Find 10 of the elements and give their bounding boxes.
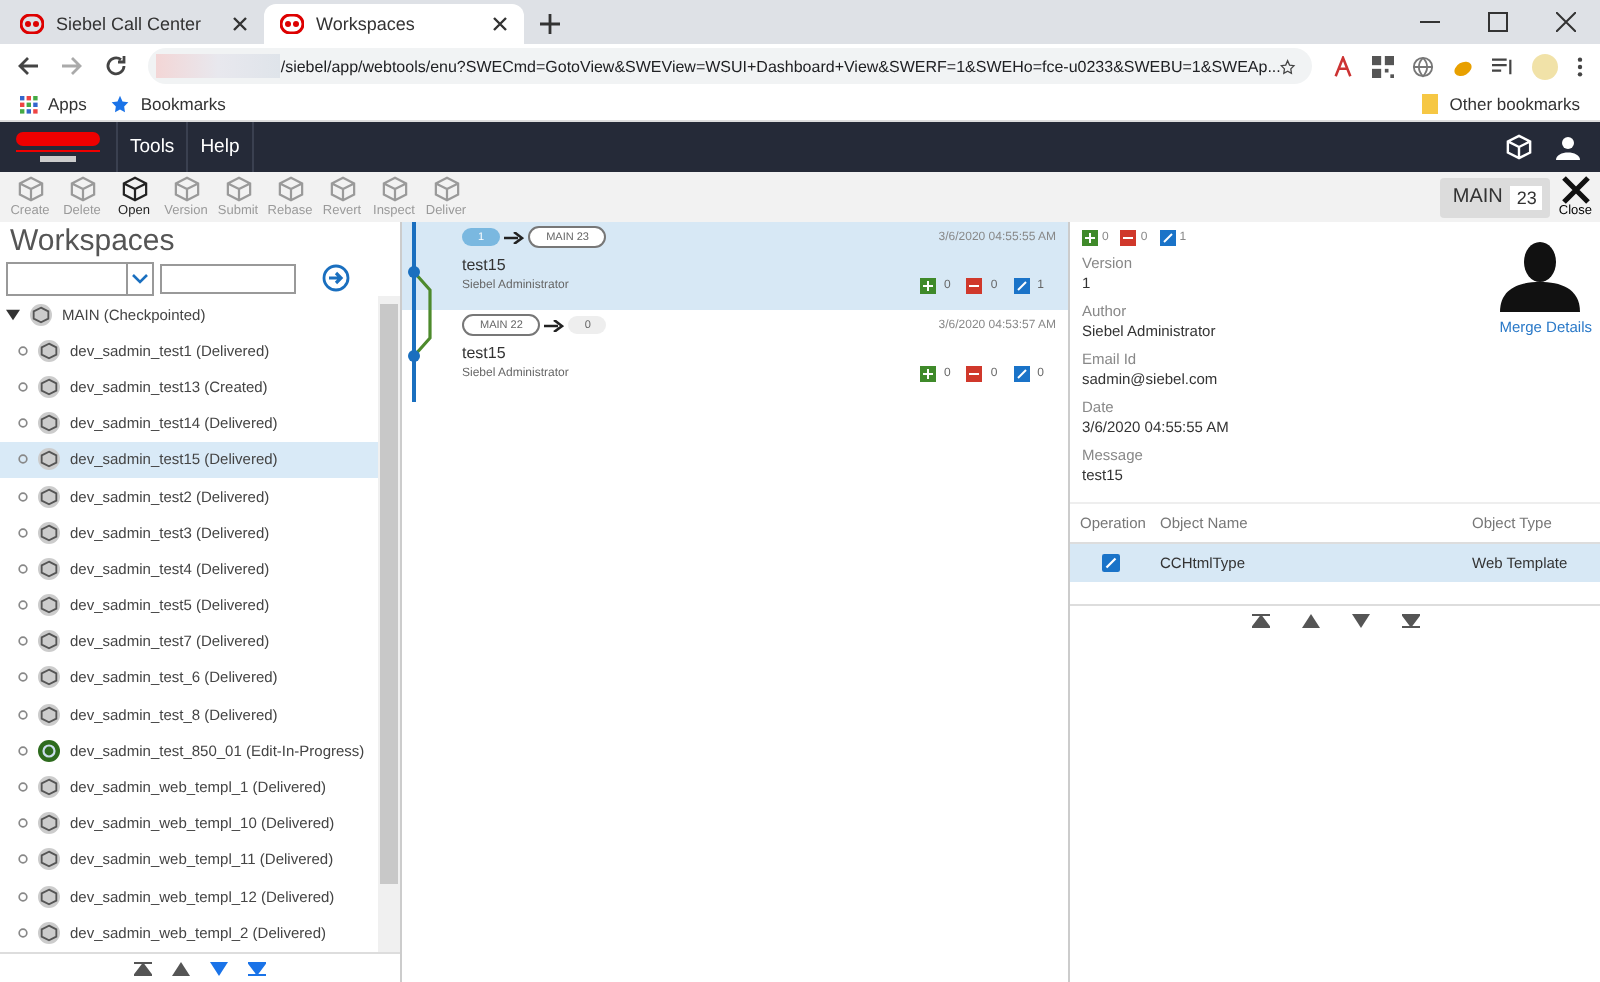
address-field[interactable]: /siebel/app/webtools/enu?SWECmd=GotoView&SWEView=WSUI+Dashboard+View&SWERF=1&SWEHo=fce-u0233&SWEBU=1&SWEAp... <box>148 48 1312 84</box>
version-message: test15 <box>462 344 508 362</box>
bookmark-link[interactable]: Bookmarks <box>110 94 226 114</box>
bookmark-folder[interactable]: Other bookmarks <box>1419 94 1580 114</box>
browser-tab[interactable]: Siebel Call Center <box>4 4 264 44</box>
version-message: test15 <box>462 256 508 274</box>
branch-badge: MAIN 23 <box>1440 177 1551 217</box>
browser-tab[interactable]: Workspaces <box>264 4 524 44</box>
panel-title: Workspaces <box>8 222 177 260</box>
bookmark-link[interactable]: Apps <box>20 94 87 114</box>
